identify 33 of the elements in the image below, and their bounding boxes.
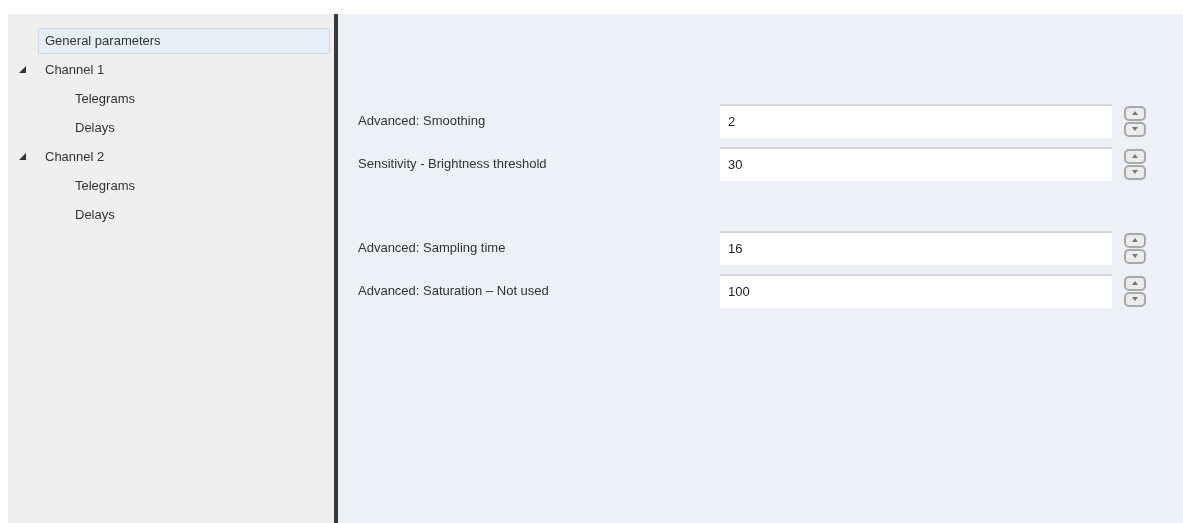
down-arrow-icon xyxy=(1132,297,1138,301)
tree-item[interactable]: Telegrams xyxy=(38,172,330,199)
tree-item[interactable]: Channel 1 xyxy=(38,56,330,83)
spin-down-button[interactable] xyxy=(1124,121,1146,137)
up-arrow-icon xyxy=(1132,154,1138,158)
up-arrow-icon xyxy=(1132,111,1138,115)
tree-item[interactable]: Channel 2 xyxy=(38,143,330,170)
spin-down-button[interactable] xyxy=(1124,164,1146,180)
parameter-label: Advanced: Sampling time xyxy=(358,239,507,258)
tree-item[interactable]: Telegrams xyxy=(38,85,330,112)
parameter-label: Sensitivity - Brightness threshold xyxy=(358,155,548,174)
spin-down-button[interactable] xyxy=(1124,248,1146,264)
tree-item[interactable]: General parameters xyxy=(38,27,330,54)
spin-up-button[interactable] xyxy=(1124,148,1146,164)
down-arrow-icon xyxy=(1132,254,1138,258)
spin-up-button[interactable] xyxy=(1124,105,1146,121)
parameter-label: Advanced: Smoothing xyxy=(358,112,487,131)
down-arrow-icon xyxy=(1132,170,1138,174)
down-arrow-icon xyxy=(1132,127,1138,131)
tree-item[interactable]: Delays xyxy=(38,201,330,228)
number-field[interactable]: 30 xyxy=(720,147,1112,181)
up-arrow-icon xyxy=(1132,238,1138,242)
tree-item[interactable]: Delays xyxy=(38,114,330,141)
expanded-triangle-icon[interactable] xyxy=(18,66,26,73)
expanded-triangle-icon[interactable] xyxy=(18,153,26,160)
parameter-label: Advanced: Saturation – Not used xyxy=(358,282,550,301)
number-field[interactable]: 2 xyxy=(720,104,1112,138)
number-field[interactable]: 16 xyxy=(720,231,1112,265)
spin-down-button[interactable] xyxy=(1124,291,1146,307)
up-arrow-icon xyxy=(1132,281,1138,285)
number-field[interactable]: 100 xyxy=(720,274,1112,308)
spin-up-button[interactable] xyxy=(1124,232,1146,248)
spin-up-button[interactable] xyxy=(1124,275,1146,291)
